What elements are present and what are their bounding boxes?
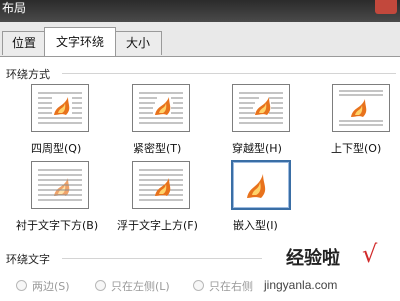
wrap-square-option[interactable]	[31, 84, 89, 132]
wrap-inline-label: 嵌入型(I)	[233, 219, 278, 232]
radio-left-only-label: 只在左侧(L)	[111, 280, 170, 293]
tab-position[interactable]: 位置	[2, 31, 46, 55]
tab-label: 大小	[125, 36, 150, 50]
wrap-through-icon	[239, 92, 283, 124]
radio-both-sides[interactable]	[16, 280, 27, 291]
tab-size[interactable]: 大小	[114, 31, 162, 55]
close-button[interactable]	[375, 0, 397, 14]
tab-text-wrapping[interactable]: 文字环绕	[44, 27, 116, 56]
tab-label: 位置	[11, 36, 36, 50]
section-divider	[62, 258, 262, 259]
wrap-top-bottom-label: 上下型(O)	[331, 142, 382, 155]
wrap-tight-label: 紧密型(T)	[133, 142, 182, 155]
watermark-check-icon: √	[362, 240, 378, 268]
wrap-top-bottom-icon	[339, 90, 383, 126]
radio-right-only-label: 只在右侧	[209, 280, 253, 293]
wrap-square-label: 四周型(Q)	[31, 142, 82, 155]
wrap-in-front-label: 浮于文字上方(F)	[117, 219, 198, 232]
wrap-square-icon	[38, 92, 82, 124]
wrap-behind-text-icon	[38, 169, 82, 201]
wrap-behind-text-option[interactable]	[31, 161, 89, 209]
wrap-inline-option[interactable]	[231, 160, 291, 210]
wrap-tight-icon	[139, 92, 183, 124]
window-title: 布局	[2, 1, 27, 15]
wrap-tight-option[interactable]	[132, 84, 190, 132]
tab-label: 文字环绕	[55, 35, 104, 49]
wrap-in-front-icon	[139, 169, 183, 201]
wrap-inline-icon	[247, 174, 266, 198]
wrap-through-label: 穿越型(H)	[232, 142, 282, 155]
watermark-text: 经验啦	[286, 248, 340, 269]
tab-strip: 位置 文字环绕 大小	[0, 22, 400, 56]
radio-both-sides-label: 两边(S)	[32, 280, 70, 293]
wrap-top-bottom-option[interactable]	[332, 84, 390, 132]
section-divider	[62, 73, 396, 74]
wrap-text-radio-group: 两边(S) 只在左侧(L) 只在右侧	[0, 277, 400, 295]
section-title-wrap-style: 环绕方式	[6, 68, 50, 81]
radio-right-only[interactable]	[193, 280, 204, 291]
wrap-in-front-option[interactable]	[132, 161, 190, 209]
wrap-behind-text-label: 衬于文字下方(B)	[16, 219, 99, 232]
wrap-through-option[interactable]	[232, 84, 290, 132]
watermark-url: jingyanla.com	[264, 278, 338, 292]
title-bar: 布局	[0, 0, 400, 22]
radio-left-only[interactable]	[95, 280, 106, 291]
section-title-wrap-text: 环绕文字	[6, 253, 50, 266]
